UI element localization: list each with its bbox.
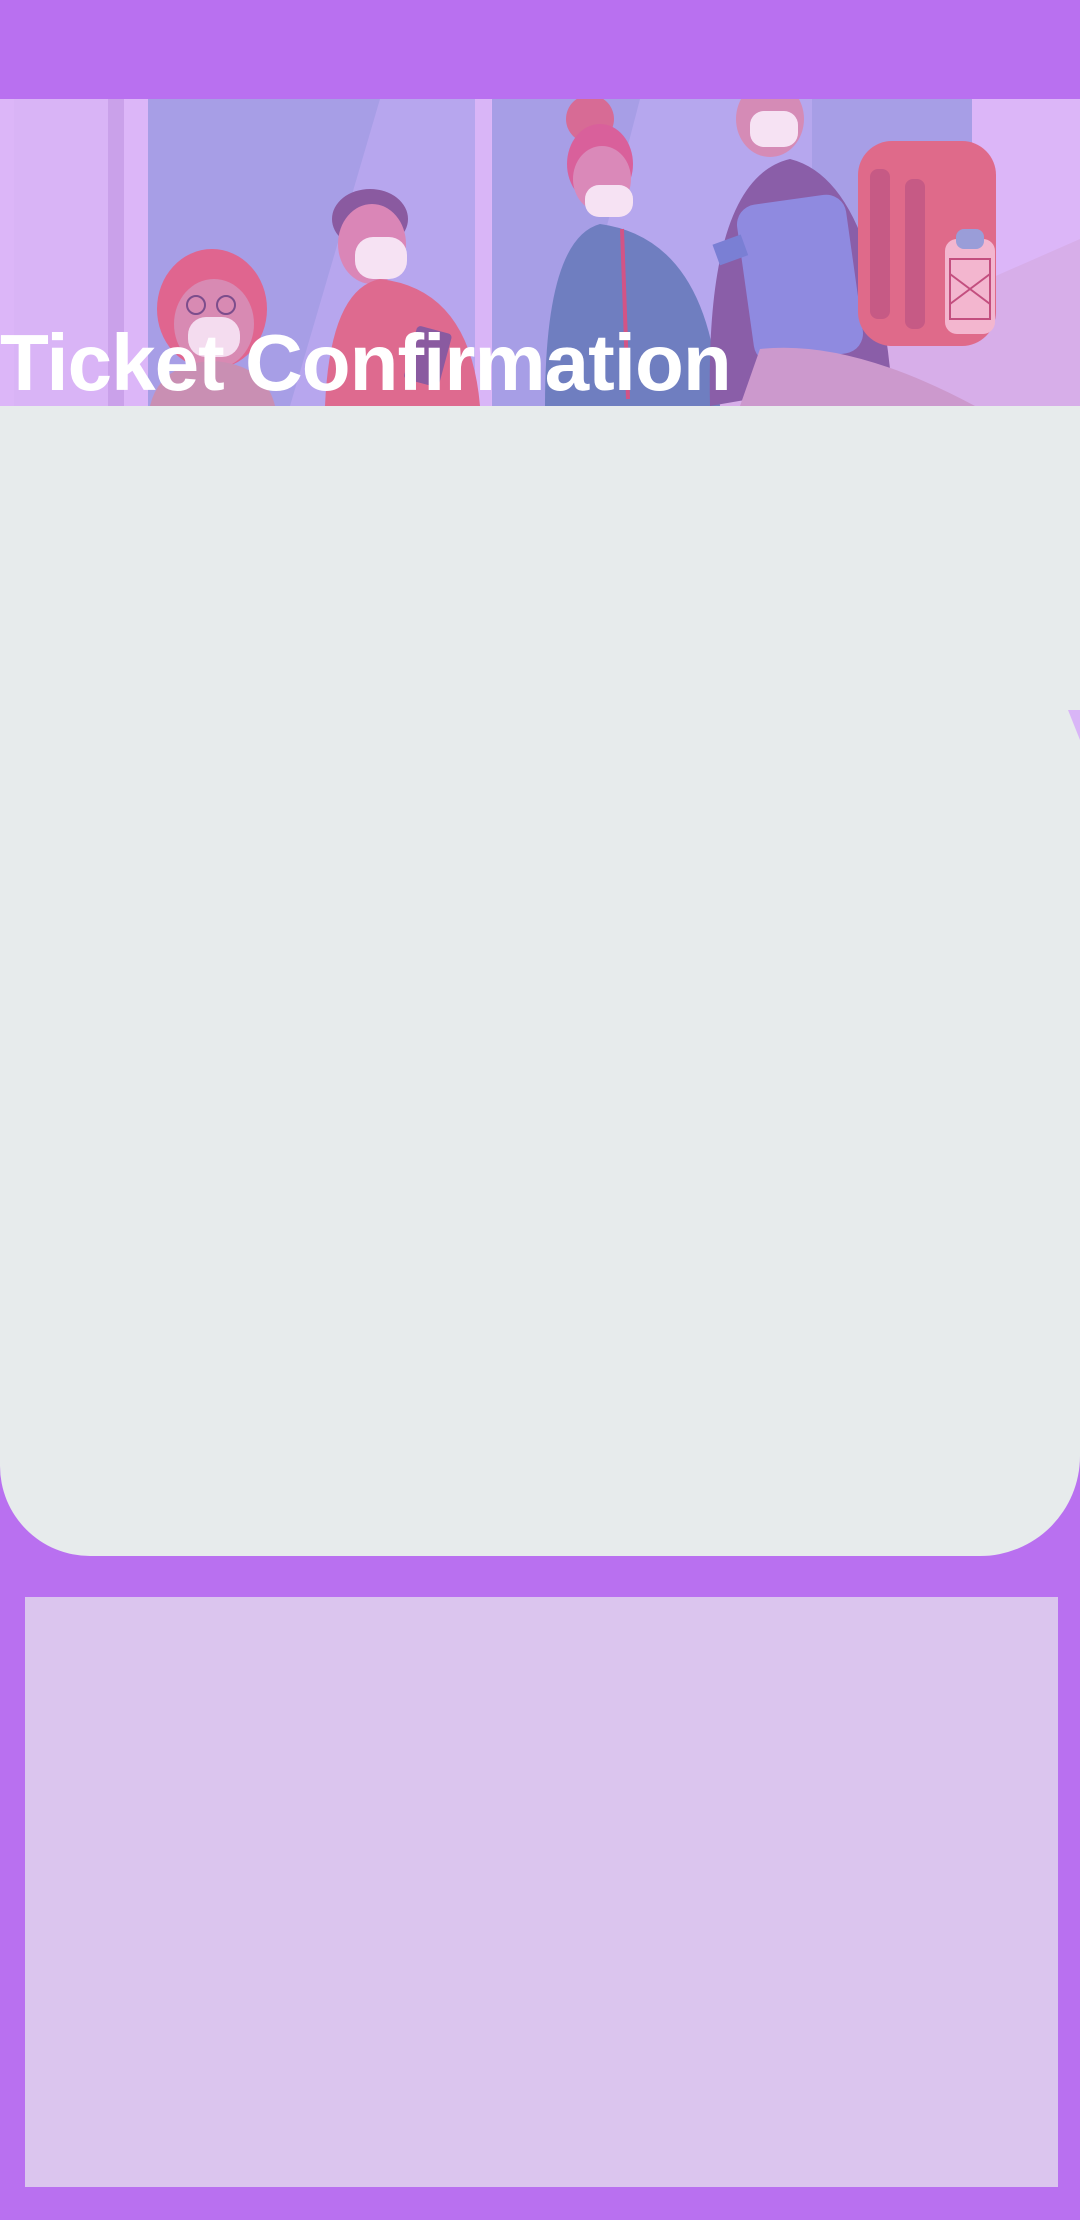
page-title: Ticket Confirmation: [0, 318, 732, 407]
bottom-panel: [25, 1597, 1058, 2187]
top-bar: [0, 0, 1080, 99]
ticket-content-card: [0, 406, 1080, 1556]
